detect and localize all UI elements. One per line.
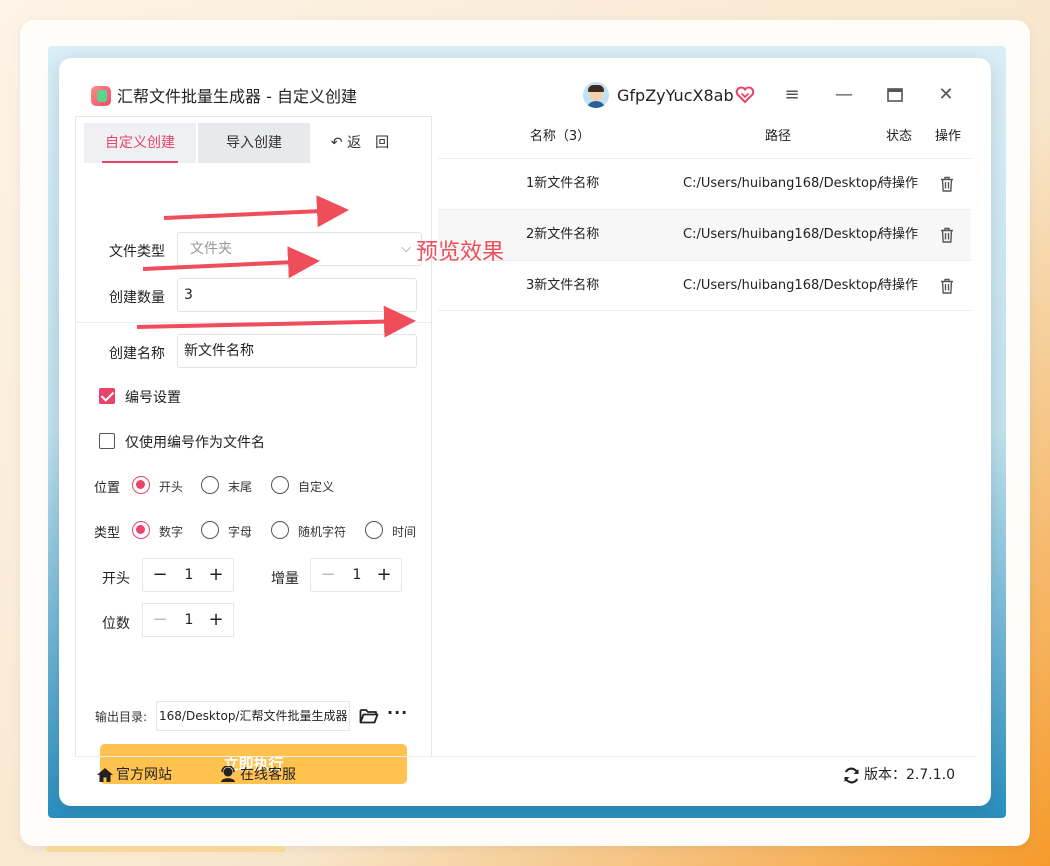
numbering-checkbox[interactable] <box>99 388 115 404</box>
table-row[interactable]: 1新文件名称 C:/Users/huibang168/Desktop/ 待操作 <box>438 158 971 209</box>
increment-label: 增量 <box>271 571 299 587</box>
type-radio-random[interactable] <box>271 521 289 539</box>
folder-icon[interactable] <box>359 707 379 725</box>
position-option-custom: 自定义 <box>298 480 335 494</box>
type-label: 类型 <box>94 526 121 541</box>
vip-heart-icon[interactable] <box>735 85 755 105</box>
only-number-label: 仅使用编号作为文件名 <box>125 435 265 451</box>
row-status: 待操作 <box>879 227 919 242</box>
table-header: 名称（3） 路径 状态 操作 <box>438 116 971 158</box>
delete-trash-icon[interactable] <box>940 176 954 192</box>
official-website-link[interactable]: 官方网站 <box>116 764 172 786</box>
digits-label: 位数 <box>102 616 130 632</box>
row-status: 待操作 <box>879 176 919 191</box>
digits-minus-button[interactable]: − <box>151 604 169 636</box>
name-label: 创建名称 <box>109 346 165 362</box>
output-label: 输出目录: <box>95 710 148 724</box>
file-type-label: 文件类型 <box>109 244 165 260</box>
position-radio-custom[interactable] <box>271 476 289 494</box>
position-option-start: 开头 <box>159 480 184 494</box>
settings-panel: 自定义创建 导入创建 ↶ 返 回 文件类型 文件夹 ⌵ 创建数量 3 创建名称 … <box>75 116 432 784</box>
row-path: C:/Users/huibang168/Desktop/ <box>683 227 882 242</box>
position-radio-end[interactable] <box>201 476 219 494</box>
increment-minus-button[interactable]: − <box>319 559 337 591</box>
type-option-digit: 数字 <box>159 525 184 539</box>
column-header-status: 状态 <box>885 129 912 144</box>
avatar[interactable] <box>583 82 609 108</box>
window-title: 汇帮文件批量生成器 - 自定义创建 <box>117 87 357 106</box>
type-option-random: 随机字符 <box>298 525 347 539</box>
count-label: 创建数量 <box>109 290 165 306</box>
start-value[interactable]: 1 <box>179 559 199 591</box>
file-type-select[interactable]: 文件夹 ⌵ <box>177 232 422 266</box>
position-option-end: 末尾 <box>228 480 253 494</box>
table-row[interactable]: 2新文件名称 C:/Users/huibang168/Desktop/ 待操作 <box>438 209 971 260</box>
only-number-checkbox[interactable] <box>99 433 115 449</box>
numbering-label: 编号设置 <box>125 390 181 406</box>
type-radio-digit[interactable] <box>132 521 150 539</box>
column-header-name: 名称（3） <box>529 129 591 144</box>
start-plus-button[interactable]: + <box>207 559 225 591</box>
annotation-text: 预览效果 <box>416 240 505 265</box>
digits-plus-button[interactable]: + <box>207 604 225 636</box>
row-name: 2新文件名称 <box>526 227 600 242</box>
table-row[interactable]: 3新文件名称 C:/Users/huibang168/Desktop/ 待操作 <box>438 260 971 311</box>
start-minus-button[interactable]: − <box>151 559 169 591</box>
type-option-letter: 字母 <box>228 525 253 539</box>
type-radio-time[interactable] <box>365 521 383 539</box>
title-bar: 汇帮文件批量生成器 - 自定义创建 GfpZyYucX8ab ≡ — ✕ <box>59 58 991 116</box>
start-stepper: − 1 + <box>142 558 234 592</box>
increment-stepper: − 1 + <box>310 558 402 592</box>
delete-trash-icon[interactable] <box>940 227 954 243</box>
column-header-path: 路径 <box>764 129 791 144</box>
maximize-icon[interactable] <box>880 80 910 110</box>
back-button[interactable]: ↶ 返 回 <box>320 123 400 163</box>
type-option-time: 时间 <box>392 525 417 539</box>
menu-icon[interactable]: ≡ <box>777 80 807 110</box>
close-icon[interactable]: ✕ <box>931 80 961 110</box>
type-radio-letter[interactable] <box>201 521 219 539</box>
decorative-bar <box>46 846 286 852</box>
home-icon[interactable] <box>96 767 114 783</box>
row-status: 待操作 <box>879 278 919 293</box>
row-name: 3新文件名称 <box>526 278 600 293</box>
support-headset-icon[interactable] <box>219 766 237 783</box>
more-icon[interactable]: ··· <box>387 703 408 722</box>
tab-import-create[interactable]: 导入创建 <box>198 123 310 163</box>
row-name: 1新文件名称 <box>526 176 600 191</box>
increment-value[interactable]: 1 <box>347 559 367 591</box>
file-type-value: 文件夹 <box>190 241 232 257</box>
delete-trash-icon[interactable] <box>940 278 954 294</box>
output-path-field[interactable]: 168/Desktop/汇帮文件批量生成器 <box>156 701 350 731</box>
app-window: 汇帮文件批量生成器 - 自定义创建 GfpZyYucX8ab ≡ — ✕ 自定义… <box>59 58 991 806</box>
chevron-down-icon: ⌵ <box>401 241 411 256</box>
divider <box>76 322 432 323</box>
row-path: C:/Users/huibang168/Desktop/ <box>683 278 882 293</box>
increment-plus-button[interactable]: + <box>375 559 393 591</box>
position-radio-start[interactable] <box>132 476 150 494</box>
minimize-icon[interactable]: — <box>829 80 859 110</box>
start-label: 开头 <box>102 571 130 587</box>
divider <box>75 756 975 757</box>
version-label: 版本：2.7.1.0 <box>864 767 955 783</box>
online-support-link[interactable]: 在线客服 <box>240 764 296 786</box>
digits-stepper: − 1 + <box>142 603 234 637</box>
digits-value[interactable]: 1 <box>179 604 199 636</box>
name-input[interactable]: 新文件名称 <box>177 334 417 368</box>
column-header-action: 操作 <box>934 129 961 144</box>
tab-custom-create[interactable]: 自定义创建 <box>84 123 196 163</box>
position-label: 位置 <box>94 481 121 496</box>
count-input[interactable]: 3 <box>177 278 417 312</box>
row-path: C:/Users/huibang168/Desktop/ <box>683 176 882 191</box>
divider <box>438 310 971 311</box>
username[interactable]: GfpZyYucX8ab <box>617 86 734 106</box>
refresh-icon[interactable] <box>843 767 860 784</box>
app-logo-icon <box>91 86 111 106</box>
